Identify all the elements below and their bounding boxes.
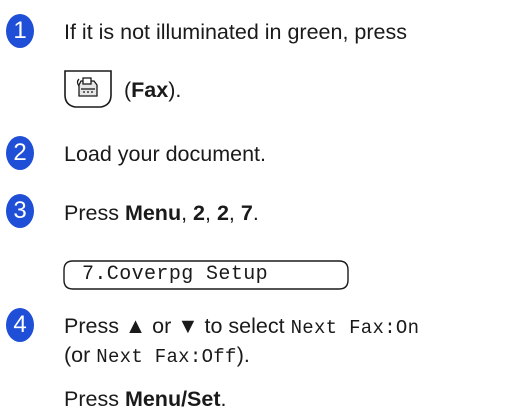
or-text: (or xyxy=(64,343,97,367)
lcd-text: 7.Coverpg Setup xyxy=(82,263,269,286)
period: . xyxy=(252,201,259,225)
menu-key: Menu xyxy=(124,201,182,225)
key-2b: 2 xyxy=(216,201,229,225)
step-1-key-label: (Fax). xyxy=(124,76,181,104)
step-2-text: Load your document. xyxy=(64,142,266,166)
period: . xyxy=(220,387,227,411)
separator: , xyxy=(205,201,217,225)
separator: , xyxy=(228,201,241,225)
separator: , xyxy=(181,201,194,225)
paren-close: ). xyxy=(168,78,182,102)
close-paren: ). xyxy=(236,343,250,367)
step-2-badge: 2 xyxy=(6,136,34,170)
fax-key-label: Fax xyxy=(131,78,169,102)
key-7: 7 xyxy=(240,201,253,225)
step-4-line-3: Press Menu/Set. xyxy=(64,385,227,413)
press-word: Press xyxy=(64,201,125,225)
step-3-badge: 3 xyxy=(6,194,34,228)
step-4-instruction: Press ▲ or ▼ to select xyxy=(64,314,291,338)
fax-key-icon xyxy=(64,70,112,108)
step-1-instruction: If it is not illuminated in green, press xyxy=(64,20,407,44)
step-1-badge: 1 xyxy=(6,14,34,48)
step-1-text: If it is not illuminated in green, press xyxy=(64,18,407,46)
option-next-fax-off: Next Fax:Off xyxy=(96,346,237,368)
step-4-badge: 4 xyxy=(6,308,34,342)
menu-set-key: Menu/Set xyxy=(124,387,221,411)
step-4-line-1: Press ▲ or ▼ to select Next Fax:On xyxy=(64,312,419,342)
press-word: Press xyxy=(64,387,125,411)
step-4-line-2: (or Next Fax:Off). xyxy=(64,341,250,371)
option-next-fax-on: Next Fax:On xyxy=(290,317,420,339)
step-3-text: Press Menu, 2, 2, 7. xyxy=(64,199,259,227)
lcd-display: 7.Coverpg Setup xyxy=(63,260,349,290)
key-2a: 2 xyxy=(193,201,205,225)
